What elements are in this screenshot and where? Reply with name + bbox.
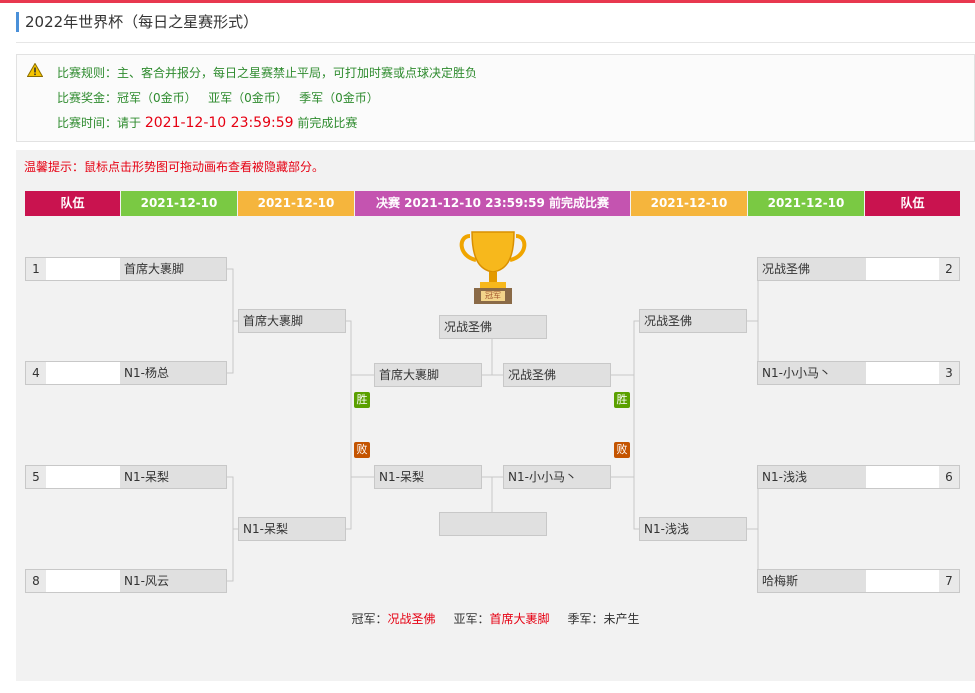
seed-number: 7 — [939, 570, 959, 592]
info-panel: 比赛规则：主、客合并报分，每日之星赛禁止平局，可打加时赛或点球决定胜负 比赛奖金… — [16, 54, 975, 142]
warning-icon — [27, 63, 43, 77]
top-accent-line — [0, 0, 975, 3]
left-team-slot-4[interactable]: 4 N1-杨总 — [25, 361, 227, 385]
prize-line: 比赛奖金：冠军（0金币） 亚军（0金币） 季军（0金币） — [57, 91, 379, 105]
seed-number: 8 — [26, 570, 46, 592]
left-team-slot-5[interactable]: 5 N1-呆梨 — [25, 465, 227, 489]
lose-badge-right: 败 — [614, 442, 630, 458]
team-name: N1-风云 — [120, 570, 226, 592]
seed-number: 4 — [26, 362, 46, 384]
score-field[interactable] — [866, 466, 939, 488]
semi-win-left[interactable]: 首席大裹脚 — [374, 363, 482, 387]
right-r2-box-2[interactable]: N1-浅浅 — [639, 517, 747, 541]
team-name: N1-小小马丶 — [758, 362, 866, 384]
team-name: N1-呆梨 — [120, 466, 226, 488]
score-field[interactable] — [46, 362, 120, 384]
bracket-canvas[interactable]: 温馨提示：鼠标点击形势图可拖动画布查看被隐藏部分。 队伍 2021-12-10 … — [16, 150, 975, 681]
team-name: 哈梅斯 — [758, 570, 866, 592]
title-divider — [16, 42, 975, 43]
right-r2-box-1[interactable]: 况战圣佛 — [639, 309, 747, 333]
seed-number: 3 — [939, 362, 959, 384]
final-result: 冠军：况战圣佛 亚军：首席大裹脚 季军：未产生 — [351, 612, 640, 626]
score-field[interactable] — [866, 570, 939, 592]
score-field[interactable] — [46, 466, 120, 488]
lose-badge-left: 败 — [354, 442, 370, 458]
right-team-slot-7[interactable]: 哈梅斯 7 — [757, 569, 960, 593]
trophy-label: 冠军 — [485, 291, 501, 300]
left-team-slot-8[interactable]: 8 N1-风云 — [25, 569, 227, 593]
team-name: N1-杨总 — [120, 362, 226, 384]
team-name: 况战圣佛 — [758, 258, 866, 280]
left-r2-box-1[interactable]: 首席大裹脚 — [238, 309, 346, 333]
right-team-slot-2[interactable]: 况战圣佛 2 — [757, 257, 960, 281]
score-field[interactable] — [46, 258, 120, 280]
left-r2-box-2[interactable]: N1-呆梨 — [238, 517, 346, 541]
third-place-box[interactable] — [439, 512, 547, 536]
semi-lose-right[interactable]: N1-小小马丶 — [503, 465, 611, 489]
time-line: 比赛时间：请于 2021-12-10 23:59:59 前完成比赛 — [57, 115, 358, 131]
win-badge-left: 胜 — [354, 392, 370, 408]
score-field[interactable] — [866, 362, 939, 384]
semi-win-right[interactable]: 况战圣佛 — [503, 363, 611, 387]
seed-number: 5 — [26, 466, 46, 488]
team-name: 首席大裹脚 — [120, 258, 226, 280]
page-title: 2022年世界杯（每日之星赛形式） — [16, 12, 258, 32]
team-name: N1-浅浅 — [758, 466, 866, 488]
left-team-slot-1[interactable]: 1 首席大裹脚 — [25, 257, 227, 281]
seed-number: 1 — [26, 258, 46, 280]
score-field[interactable] — [46, 570, 120, 592]
champion-box[interactable]: 况战圣佛 — [439, 315, 547, 339]
score-field[interactable] — [866, 258, 939, 280]
seed-number: 6 — [939, 466, 959, 488]
semi-lose-left[interactable]: N1-呆梨 — [374, 465, 482, 489]
right-team-slot-3[interactable]: N1-小小马丶 3 — [757, 361, 960, 385]
seed-number: 2 — [939, 258, 959, 280]
right-team-slot-6[interactable]: N1-浅浅 6 — [757, 465, 960, 489]
win-badge-right: 胜 — [614, 392, 630, 408]
rule-line: 比赛规则：主、客合并报分，每日之星赛禁止平局，可打加时赛或点球决定胜负 — [57, 66, 478, 80]
